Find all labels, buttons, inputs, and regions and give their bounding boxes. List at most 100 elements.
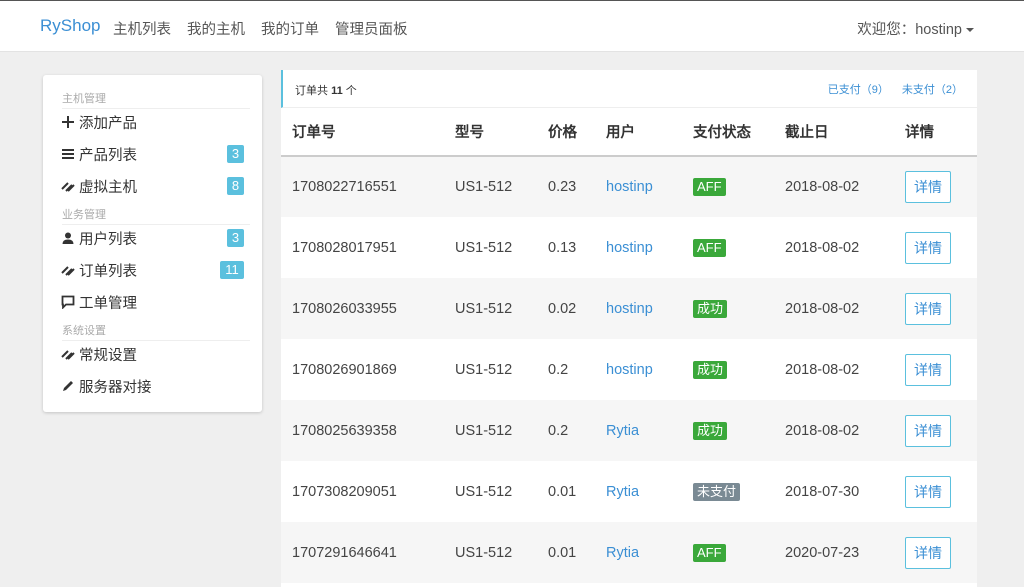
user-link[interactable]: hostinp (606, 301, 653, 317)
price-cell: 0.01 (548, 483, 577, 500)
list-icon (60, 147, 75, 162)
price-cell: 0.02 (537, 278, 595, 339)
sidebar-item-label: 订单列表 (79, 263, 137, 280)
sidebar-item-label: 虚拟主机 (79, 179, 137, 196)
header-order-id[interactable]: 订单号 (281, 108, 444, 157)
user-cell: Rytia (595, 400, 682, 461)
price-cell: 0.01 (537, 522, 595, 583)
model-cell: US1-512 (455, 361, 513, 378)
chevron-down-icon (966, 28, 974, 32)
user-link[interactable]: Rytia (606, 545, 639, 561)
orders-panel: 订单共 11 个 已支付（9） 未支付（2） 订单号 型号 价格 用户 支付状态… (281, 70, 977, 587)
payment-status-cell: 成功 (682, 339, 774, 400)
model-cell: US1-512 (444, 156, 537, 217)
sidebar-item-virtual-hosts[interactable]: 虚拟主机 8 (60, 175, 244, 197)
model-cell: US1-512 (444, 400, 537, 461)
nav-link-admin-panel[interactable]: 管理员面板 (335, 18, 408, 39)
orders-table: 订单号 型号 价格 用户 支付状态 截止日 详情 1708022716551 US… (281, 108, 977, 583)
user-link[interactable]: Rytia (606, 484, 639, 500)
details-button[interactable]: 详情 (905, 231, 951, 264)
user-link[interactable]: hostinp (606, 240, 653, 256)
payment-status-cell: 未支付 (682, 461, 774, 522)
payment-status-cell: AFF (682, 156, 774, 217)
details-cell: 详情 (894, 278, 977, 339)
table-row: 1708026033955 US1-512 0.02 hostinp 成功 2018-08… (281, 278, 977, 339)
status-badge: AFF (693, 178, 726, 196)
table-row: 1707308209051 US1-512 0.01 Rytia 未支付 2018-07-… (281, 461, 977, 522)
model-cell: US1-512 (455, 239, 513, 256)
user-cell: hostinp (595, 217, 682, 278)
details-cell: 详情 (894, 156, 977, 217)
payment-status-cell: AFF (682, 217, 774, 278)
nav-link-host-list[interactable]: 主机列表 (113, 18, 171, 39)
sidebar-section-host-management: 主机管理 (62, 90, 250, 109)
price-cell: 0.13 (548, 239, 577, 256)
nav-links: 主机列表 我的主机 我的订单 管理员面板 (113, 18, 424, 39)
details-cell: 详情 (894, 461, 977, 522)
sidebar-item-ticket-management[interactable]: 工单管理 (60, 291, 244, 313)
details-button[interactable]: 详情 (905, 475, 951, 508)
details-button[interactable]: 详情 (905, 414, 951, 447)
sidebar-item-add-product[interactable]: 添加产品 (60, 111, 244, 133)
header-details: 详情 (894, 108, 977, 157)
status-badge: 成功 (693, 421, 728, 440)
panel-header: 订单共 11 个 已支付（9） 未支付（2） (281, 70, 977, 108)
due-date-cell: 2018-08-02 (774, 156, 894, 217)
status-badge: AFF (693, 238, 726, 257)
header-due-date[interactable]: 截止日 (774, 108, 894, 157)
details-cell: 详情 (894, 217, 977, 278)
order-id-cell: 1708026033955 (281, 278, 444, 339)
status-badge: AFF (693, 543, 726, 562)
order-count-prefix: 订单共 (295, 85, 328, 97)
sidebar-item-label: 用户列表 (79, 231, 137, 248)
user-cell: Rytia (595, 522, 682, 583)
filter-paid-link[interactable]: 已支付（9） (828, 81, 889, 97)
payment-status-cell: AFF (682, 522, 774, 583)
header-price[interactable]: 价格 (537, 108, 595, 157)
due-date-cell: 2018-08-02 (774, 278, 894, 339)
header-payment-status[interactable]: 支付状态 (682, 108, 774, 157)
sidebar-item-label: 服务器对接 (79, 379, 152, 396)
details-cell: 详情 (894, 339, 977, 400)
table-row: 1708028017951 US1-512 0.13 hostinp AFF 2018-0… (281, 217, 977, 278)
nav-link-my-hosts[interactable]: 我的主机 (187, 18, 245, 39)
sidebar-item-user-list[interactable]: 用户列表 3 (60, 227, 244, 249)
order-id-cell: 1707291646641 (281, 522, 444, 583)
payment-status-cell: 成功 (682, 278, 774, 339)
details-button[interactable]: 详情 (905, 171, 951, 203)
user-link[interactable]: Rytia (606, 423, 639, 439)
order-count: 订单共 11 个 (295, 82, 357, 98)
header-model[interactable]: 型号 (444, 108, 537, 157)
details-cell: 详情 (894, 400, 977, 461)
sidebar-item-order-list[interactable]: 订单列表 11 (60, 259, 244, 281)
filter-unpaid-link[interactable]: 未支付（2） (902, 81, 963, 97)
details-button[interactable]: 详情 (905, 353, 951, 386)
table-row: 1708026901869 US1-512 0.2 hostinp 成功 2018-08-… (281, 339, 977, 400)
sidebar-item-product-list[interactable]: 产品列表 3 (60, 143, 244, 165)
due-date-cell: 2018-07-30 (785, 483, 860, 500)
user-cell: hostinp (595, 156, 682, 217)
model-cell: US1-512 (444, 278, 537, 339)
user-link[interactable]: hostinp (606, 179, 653, 195)
sidebar-item-label: 产品列表 (79, 147, 137, 164)
status-badge: 未支付 (693, 482, 741, 501)
details-button[interactable]: 详情 (905, 292, 951, 325)
payment-status-cell: 成功 (682, 400, 774, 461)
sidebar-item-server-integration[interactable]: 服务器对接 (60, 375, 244, 397)
user-link[interactable]: hostinp (606, 362, 653, 378)
details-button[interactable]: 详情 (905, 536, 951, 569)
sidebar-item-general-settings[interactable]: 常规设置 (60, 343, 244, 365)
brand-logo[interactable]: RyShop (40, 16, 100, 36)
order-id-cell: 1708025639358 (281, 400, 444, 461)
nav-link-my-orders[interactable]: 我的订单 (261, 18, 319, 39)
count-badge: 3 (227, 145, 244, 163)
top-navbar: RyShop 主机列表 我的主机 我的订单 管理员面板 欢迎您：hostinp (0, 0, 1024, 52)
price-cell: 0.2 (537, 400, 595, 461)
comment-icon (60, 295, 75, 310)
user-menu[interactable]: 欢迎您：hostinp (857, 18, 974, 39)
header-user[interactable]: 用户 (595, 108, 682, 157)
model-cell: US1-512 (455, 483, 513, 500)
user-cell: Rytia (595, 461, 682, 522)
sidebar-item-label: 常规设置 (79, 347, 137, 364)
order-count-suffix: 个 (345, 85, 357, 97)
